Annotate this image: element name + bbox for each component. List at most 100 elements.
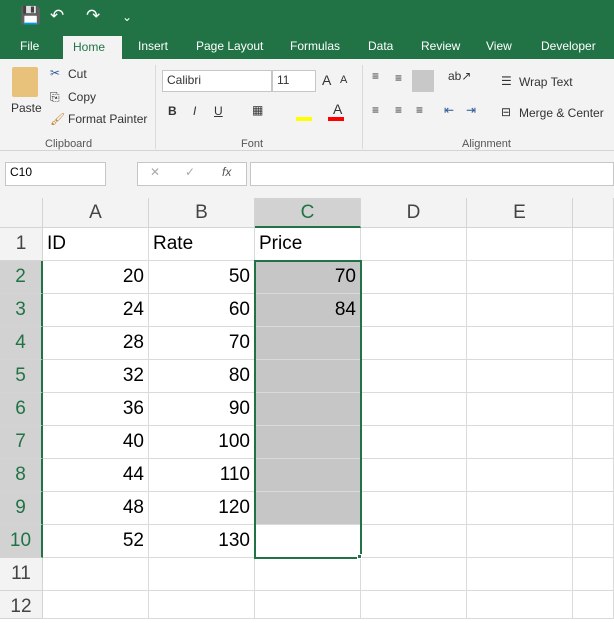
cell[interactable]: 120	[149, 492, 255, 525]
shrink-font-icon[interactable]: A	[340, 74, 347, 86]
cell[interactable]	[573, 459, 614, 492]
cell[interactable]: 48	[43, 492, 149, 525]
cell[interactable]	[573, 492, 614, 525]
tab-formulas[interactable]: Formulas	[290, 39, 340, 53]
paste-button[interactable]: Paste	[11, 101, 42, 115]
cell[interactable]: 110	[149, 459, 255, 492]
column-header[interactable]: D	[361, 198, 467, 228]
cell[interactable]: 50	[149, 261, 255, 294]
italic-button[interactable]: I	[193, 104, 196, 118]
cell[interactable]	[573, 360, 614, 393]
cell[interactable]	[361, 294, 467, 327]
align-right-icon[interactable]: ≡	[416, 103, 423, 117]
cell[interactable]: Price	[255, 228, 361, 261]
cell[interactable]: 70	[149, 327, 255, 360]
column-header[interactable]: B	[149, 198, 255, 228]
tab-home[interactable]: Home	[63, 36, 122, 59]
wrap-text-button[interactable]: Wrap Text	[519, 75, 573, 89]
cell[interactable]	[573, 261, 614, 294]
cell[interactable]	[573, 426, 614, 459]
column-header[interactable]: C	[255, 198, 361, 228]
column-header[interactable]	[573, 198, 614, 228]
insert-function-icon[interactable]: fx	[222, 165, 231, 179]
align-top-icon[interactable]: ≡	[372, 69, 379, 83]
cell[interactable]: ID	[43, 228, 149, 261]
cell[interactable]	[573, 327, 614, 360]
cell[interactable]	[467, 459, 573, 492]
cell[interactable]	[149, 591, 255, 619]
cell[interactable]	[467, 393, 573, 426]
paste-icon[interactable]	[12, 67, 38, 97]
cell[interactable]: 40	[43, 426, 149, 459]
cell[interactable]	[361, 426, 467, 459]
align-bottom-icon[interactable]	[412, 70, 434, 92]
tab-page-layout[interactable]: Page Layout	[196, 39, 263, 53]
cell[interactable]: 90	[149, 393, 255, 426]
row-header[interactable]: 9	[0, 492, 43, 525]
decrease-indent-icon[interactable]: ⇤	[444, 103, 454, 117]
bold-button[interactable]: B	[168, 104, 177, 118]
tab-review[interactable]: Review	[421, 39, 460, 53]
fill-handle[interactable]	[357, 554, 362, 559]
font-name-dropdown[interactable]: Calibri	[162, 70, 272, 92]
cell[interactable]	[149, 558, 255, 591]
cell[interactable]	[573, 558, 614, 591]
underline-button[interactable]: U	[214, 104, 223, 118]
row-header[interactable]: 3	[0, 294, 43, 327]
row-header[interactable]: 10	[0, 525, 43, 558]
row-header[interactable]: 1	[0, 228, 43, 261]
row-header[interactable]: 8	[0, 459, 43, 492]
cell[interactable]	[467, 591, 573, 619]
redo-icon[interactable]: ↷	[86, 6, 100, 26]
cell[interactable]	[573, 393, 614, 426]
cell[interactable]	[467, 327, 573, 360]
tab-view[interactable]: View	[486, 39, 512, 53]
tab-developer[interactable]: Developer	[541, 39, 596, 53]
undo-icon[interactable]: ↶	[50, 6, 64, 26]
format-painter-button[interactable]: Format Painter	[68, 112, 147, 126]
cell[interactable]	[573, 591, 614, 619]
row-header[interactable]: 6	[0, 393, 43, 426]
cell[interactable]	[467, 294, 573, 327]
column-header[interactable]: E	[467, 198, 573, 228]
tab-insert[interactable]: Insert	[138, 39, 168, 53]
align-left-icon[interactable]: ≡	[372, 103, 379, 117]
row-header[interactable]: 7	[0, 426, 43, 459]
cell[interactable]	[361, 327, 467, 360]
cell[interactable]	[361, 459, 467, 492]
copy-button[interactable]: Copy	[68, 90, 96, 104]
select-all-button[interactable]	[0, 198, 43, 228]
grow-font-icon[interactable]: A	[322, 72, 331, 88]
cell[interactable]: 80	[149, 360, 255, 393]
cell[interactable]: Rate	[149, 228, 255, 261]
formula-input[interactable]	[250, 162, 614, 186]
borders-icon[interactable]: ▦	[252, 103, 263, 117]
row-header[interactable]: 2	[0, 261, 43, 294]
cell[interactable]	[467, 492, 573, 525]
merge-center-button[interactable]: Merge & Center	[519, 106, 604, 120]
tab-file[interactable]: File	[20, 39, 39, 53]
column-header[interactable]: A	[43, 198, 149, 228]
cell[interactable]	[255, 558, 361, 591]
font-color-icon[interactable]: A	[333, 101, 342, 117]
cell[interactable]	[467, 261, 573, 294]
cell[interactable]: 52	[43, 525, 149, 558]
cell[interactable]	[361, 360, 467, 393]
cell[interactable]	[573, 525, 614, 558]
cell[interactable]: 32	[43, 360, 149, 393]
align-middle-icon[interactable]: ≡	[395, 71, 402, 85]
cell[interactable]	[361, 558, 467, 591]
name-box[interactable]: C10	[5, 162, 106, 186]
cell[interactable]	[361, 393, 467, 426]
cell[interactable]	[361, 591, 467, 619]
cell[interactable]: 44	[43, 459, 149, 492]
cell[interactable]	[361, 492, 467, 525]
fill-color-icon[interactable]	[296, 117, 312, 121]
align-center-icon[interactable]: ≡	[395, 103, 402, 117]
cell[interactable]	[361, 261, 467, 294]
row-header[interactable]: 11	[0, 558, 43, 591]
cell[interactable]	[361, 228, 467, 261]
row-header[interactable]: 5	[0, 360, 43, 393]
cell[interactable]: 24	[43, 294, 149, 327]
cell[interactable]	[467, 426, 573, 459]
